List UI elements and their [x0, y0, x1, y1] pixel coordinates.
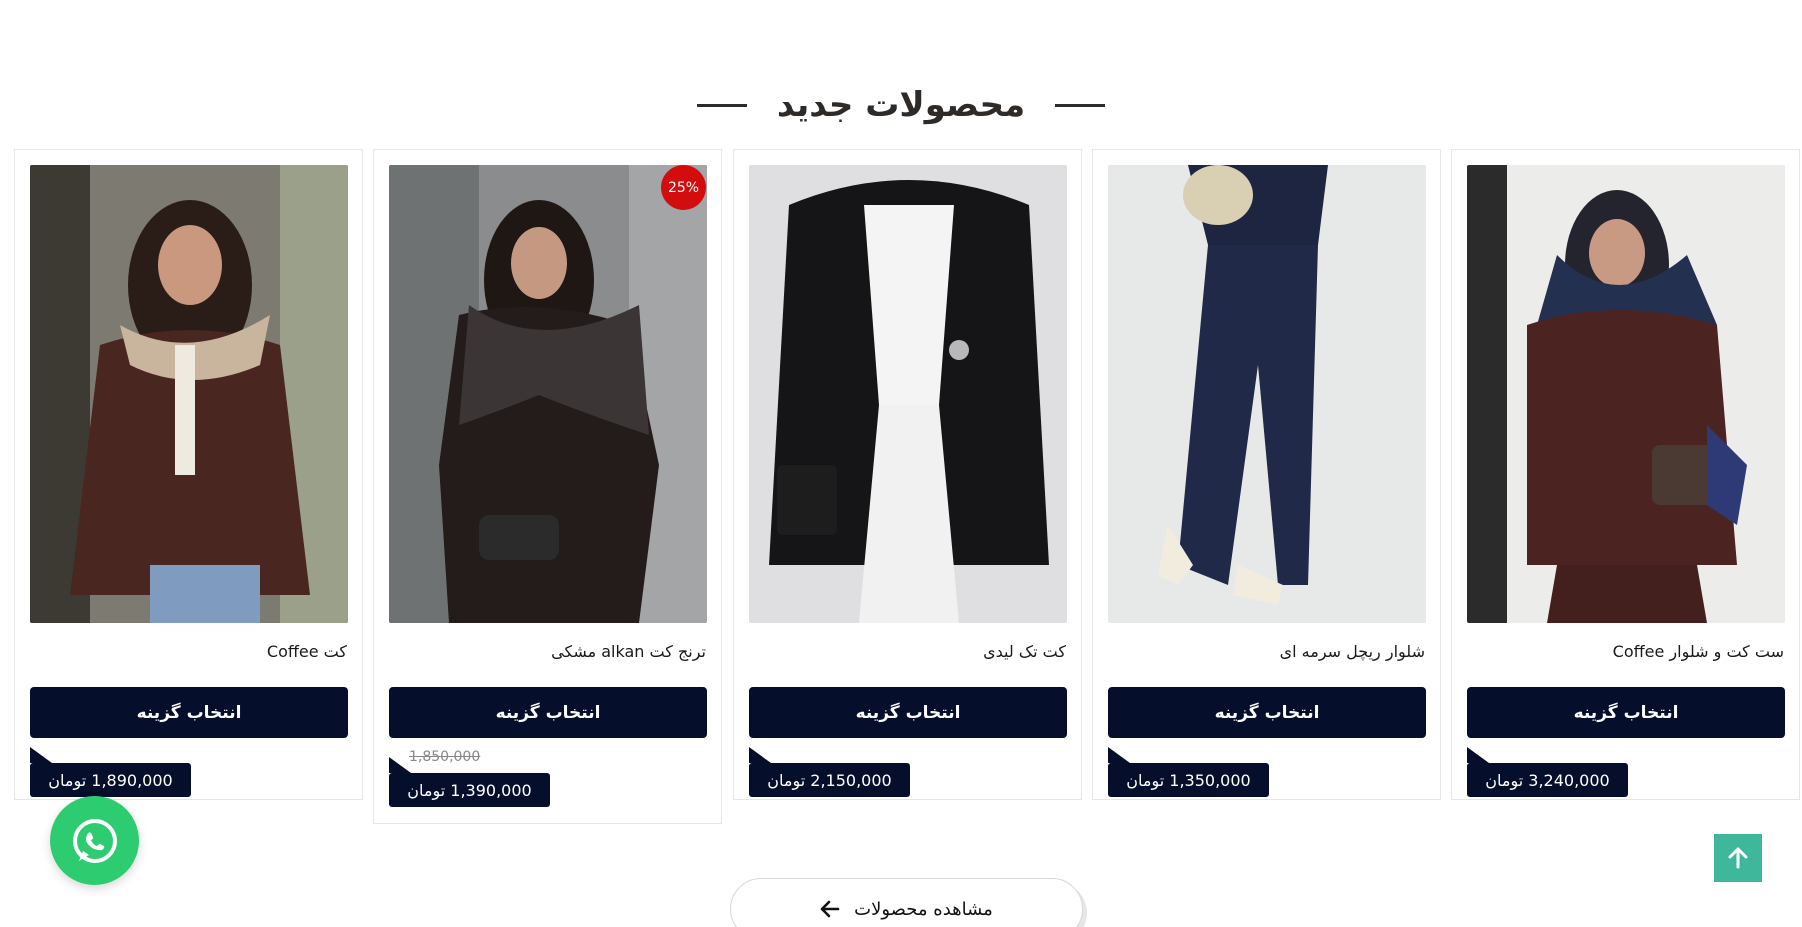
price-tag: 1,390,000 تومان	[389, 757, 550, 807]
select-options-button[interactable]: انتخاب گزینه	[1467, 687, 1785, 738]
product-name[interactable]: شلوار ریچل سرمه ای	[1107, 642, 1425, 661]
title-divider-left	[696, 103, 747, 107]
scroll-to-top-button[interactable]	[1714, 834, 1762, 882]
product-name[interactable]: کت تک لیدی	[748, 642, 1066, 661]
arrow-left-icon	[820, 900, 840, 918]
discount-badge: 25%	[661, 165, 706, 210]
title-divider-right	[1055, 103, 1106, 107]
product-image[interactable]	[30, 165, 348, 623]
product-card[interactable]: کت Coffee انتخاب گزینه 1,890,000 تومان	[14, 149, 363, 800]
product-image[interactable]	[749, 165, 1067, 623]
select-options-button[interactable]: انتخاب گزینه	[30, 687, 348, 738]
view-all-label: مشاهده محصولات	[854, 898, 993, 920]
price-block: 1,350,000 تومان	[1108, 747, 1308, 805]
product-card[interactable]: شلوار ریچل سرمه ای انتخاب گزینه 1,350,00…	[1092, 149, 1441, 800]
whatsapp-button[interactable]	[50, 796, 139, 885]
select-options-button[interactable]: انتخاب گزینه	[749, 687, 1067, 738]
select-options-button[interactable]: انتخاب گزینه	[1108, 687, 1426, 738]
price-block: 2,150,000 تومان	[749, 747, 949, 805]
product-name[interactable]: ست کت و شلوار Coffee	[1466, 642, 1784, 661]
product-image[interactable]	[1467, 165, 1785, 623]
price-tag: 3,240,000 تومان	[1467, 747, 1628, 797]
product-card[interactable]: 25% ترنج کت alkan مشکی انتخاب گزینه 1,85…	[373, 149, 722, 824]
price-tag: 1,890,000 تومان	[30, 747, 191, 797]
product-name[interactable]: ترنج کت alkan مشکی	[388, 642, 706, 661]
old-price: 1,850,000	[409, 749, 481, 765]
arrow-up-icon	[1728, 847, 1748, 869]
product-name[interactable]: کت Coffee	[29, 642, 347, 661]
select-options-button[interactable]: انتخاب گزینه	[389, 687, 707, 738]
product-card[interactable]: کت تک لیدی انتخاب گزینه 2,150,000 تومان	[733, 149, 1082, 800]
product-image[interactable]	[389, 165, 707, 623]
section-header: محصولات جدید	[0, 80, 1802, 130]
whatsapp-icon	[72, 818, 117, 863]
product-grid: کت Coffee انتخاب گزینه 1,890,000 تومان 2…	[14, 149, 1802, 829]
product-card[interactable]: ست کت و شلوار Coffee انتخاب گزینه 3,240,…	[1451, 149, 1800, 800]
price-block: 1,850,000 1,390,000 تومان	[389, 749, 589, 807]
view-all-products-button[interactable]: مشاهده محصولات	[730, 878, 1083, 927]
price-tag: 1,350,000 تومان	[1108, 747, 1269, 797]
price-block: 3,240,000 تومان	[1467, 747, 1667, 805]
product-image[interactable]	[1108, 165, 1426, 623]
price-tag: 2,150,000 تومان	[749, 747, 910, 797]
price-block: 1,890,000 تومان	[30, 747, 230, 805]
section-title: محصولات جدید	[776, 85, 1026, 125]
